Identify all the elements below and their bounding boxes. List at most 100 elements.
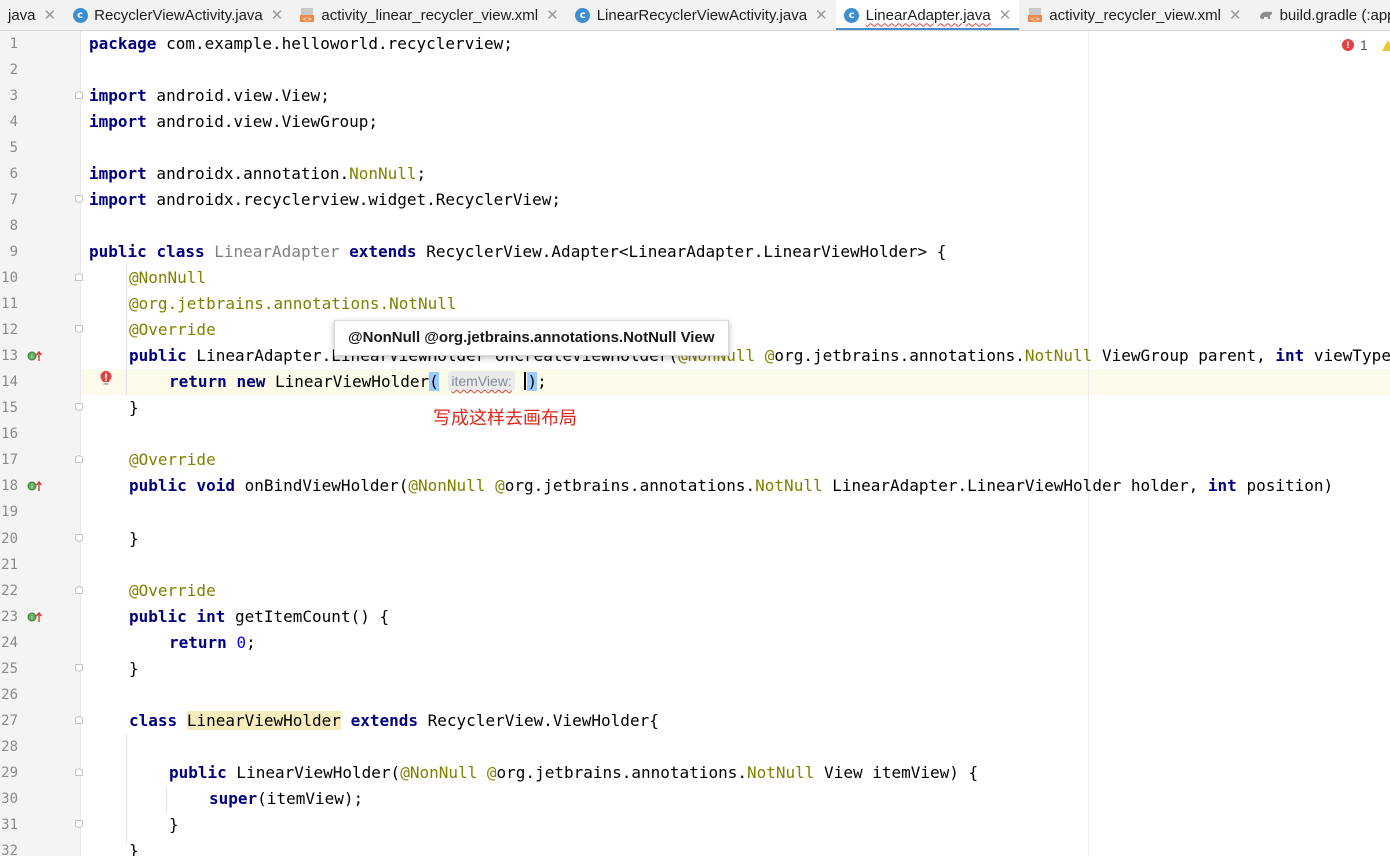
tab-activity-recycler-view[interactable]: <> activity_recycler_view.xml ✕ <box>1019 0 1249 30</box>
override-method-icon[interactable]: i <box>27 480 43 492</box>
code-line[interactable]: @Override <box>129 447 216 473</box>
code-line[interactable]: class LinearViewHolder extends RecyclerV… <box>129 708 659 734</box>
line-number: 6 <box>9 166 18 182</box>
close-icon[interactable]: ✕ <box>44 6 57 24</box>
line-number: 17 <box>1 452 18 468</box>
fold-end-icon[interactable] <box>75 664 83 672</box>
code-line[interactable]: @NonNull <box>129 265 206 291</box>
code-text: ; <box>537 372 547 391</box>
close-icon[interactable]: ✕ <box>546 6 559 24</box>
keyword: extends <box>349 242 417 261</box>
annotation-text: @org.jetbrains.annotations. <box>129 294 390 313</box>
keyword: public <box>129 346 187 365</box>
close-icon[interactable]: ✕ <box>815 6 828 24</box>
tab-activity-linear-recycler-view[interactable]: <> activity_linear_recycler_view.xml ✕ <box>291 0 566 30</box>
fold-end-icon[interactable] <box>75 820 83 828</box>
code-text: ; <box>416 164 427 183</box>
close-icon[interactable]: ✕ <box>999 6 1012 24</box>
code-line[interactable]: super(itemView); <box>209 786 363 812</box>
code-line[interactable]: package com.example.helloworld.recyclerv… <box>89 31 513 57</box>
code-text: LinearViewHolder( <box>226 763 401 782</box>
fold-icon[interactable] <box>75 455 83 463</box>
line-number: 27 <box>1 713 18 729</box>
line-number: 26 <box>1 687 18 703</box>
code-line[interactable]: return new LinearViewHolder( itemView: )… <box>169 369 547 395</box>
code-line[interactable]: } <box>129 656 139 682</box>
keyword: int <box>1275 346 1305 365</box>
code-text: position) <box>1236 476 1334 495</box>
keyword: public <box>169 763 227 782</box>
line-number: 14 <box>1 374 18 390</box>
close-icon[interactable]: ✕ <box>271 6 284 24</box>
annotation-text: NotNull <box>746 763 815 782</box>
code-line[interactable]: } <box>129 526 139 552</box>
tab-linearrecyclerviewactivity[interactable]: c LinearRecyclerViewActivity.java ✕ <box>567 0 836 30</box>
code-line[interactable]: import android.view.ViewGroup; <box>89 109 378 135</box>
code-line[interactable]: public void onBindViewHolder(@NonNull @o… <box>129 473 1333 499</box>
annotation-text: @ <box>764 346 775 365</box>
close-icon[interactable]: ✕ <box>1229 6 1242 24</box>
code-line[interactable]: public class LinearAdapter extends Recyc… <box>89 239 946 265</box>
fold-end-icon[interactable] <box>75 534 83 542</box>
keyword: public <box>129 476 187 495</box>
tab-label: java <box>8 6 36 24</box>
java-class-icon: c <box>575 7 591 23</box>
code-line[interactable]: return 0; <box>169 630 256 656</box>
tab-build-gradle[interactable]: build.gradle (:app <box>1250 0 1390 30</box>
svg-text:<>: <> <box>302 16 312 23</box>
fold-icon[interactable] <box>75 273 83 281</box>
fold-icon[interactable] <box>75 716 83 724</box>
code-line[interactable]: } <box>169 812 179 838</box>
code-text: LinearViewHolder <box>265 372 430 391</box>
line-number: 1 <box>9 36 18 52</box>
line-number: 16 <box>1 426 18 442</box>
code-text: } <box>129 529 139 548</box>
keyword: import <box>89 164 147 183</box>
keyword: class <box>156 242 205 261</box>
tab-linearadapter[interactable]: c LinearAdapter.java ✕ <box>835 0 1020 30</box>
code-text: org.jetbrains.annotations. <box>774 346 1025 365</box>
code-line[interactable]: @Override <box>129 578 216 604</box>
user-note: 写成这样去画布局 <box>433 408 577 428</box>
fold-icon[interactable] <box>75 768 83 776</box>
code-line[interactable]: public int getItemCount() { <box>129 604 389 630</box>
line-number: 2 <box>9 62 18 78</box>
keyword: new <box>236 372 266 391</box>
keyword: extends <box>350 711 419 730</box>
override-method-icon[interactable]: i <box>27 611 43 623</box>
code-text: } <box>129 398 139 417</box>
annotation-text: @ <box>486 763 497 782</box>
tab-recyclerviewactivity[interactable]: c RecyclerViewActivity.java ✕ <box>64 0 291 30</box>
code-line[interactable]: public LinearAdapter.LinearViewHolder on… <box>129 343 1390 369</box>
annotation-text: NotNull <box>389 294 457 313</box>
code-line[interactable]: } <box>129 838 139 856</box>
code-line[interactable]: import androidx.annotation.NonNull; <box>89 161 426 187</box>
code-line[interactable]: } <box>129 395 139 421</box>
tab-java[interactable]: java ✕ <box>0 0 64 30</box>
code-line[interactable]: import android.view.View; <box>89 83 330 109</box>
code-text: androidx.annotation. <box>146 164 350 183</box>
fold-end-icon[interactable] <box>75 195 83 203</box>
code-line[interactable]: @org.jetbrains.annotations.NotNull <box>129 291 457 317</box>
code-text: LinearAdapter.LinearViewHolder holder, <box>822 476 1208 495</box>
indent-guide <box>166 786 167 814</box>
tab-label: activity_linear_recycler_view.xml <box>321 6 539 24</box>
java-class-icon: c <box>844 7 860 23</box>
inspection-widget[interactable]: ! 1 <box>1342 37 1390 53</box>
override-method-icon[interactable]: i <box>27 350 43 362</box>
fold-icon[interactable] <box>75 586 83 594</box>
fold-end-icon[interactable] <box>75 325 83 333</box>
code-line[interactable]: import androidx.recyclerview.widget.Recy… <box>89 187 561 213</box>
code-text: RecyclerView.Adapter<LinearAdapter.Linea… <box>416 242 947 261</box>
code-text: org.jetbrains.annotations. <box>496 763 747 782</box>
matched-paren: ( <box>429 372 439 391</box>
fold-icon[interactable] <box>75 91 83 99</box>
error-bulb-icon[interactable] <box>99 370 113 386</box>
code-line[interactable]: public LinearViewHolder(@NonNull @org.je… <box>169 760 978 786</box>
gradle-icon <box>1258 7 1274 23</box>
number-literal: 0 <box>236 633 247 652</box>
code-line[interactable]: @Override <box>129 317 216 343</box>
annotation-text: @NonNull <box>400 763 478 782</box>
fold-end-icon[interactable] <box>75 403 83 411</box>
